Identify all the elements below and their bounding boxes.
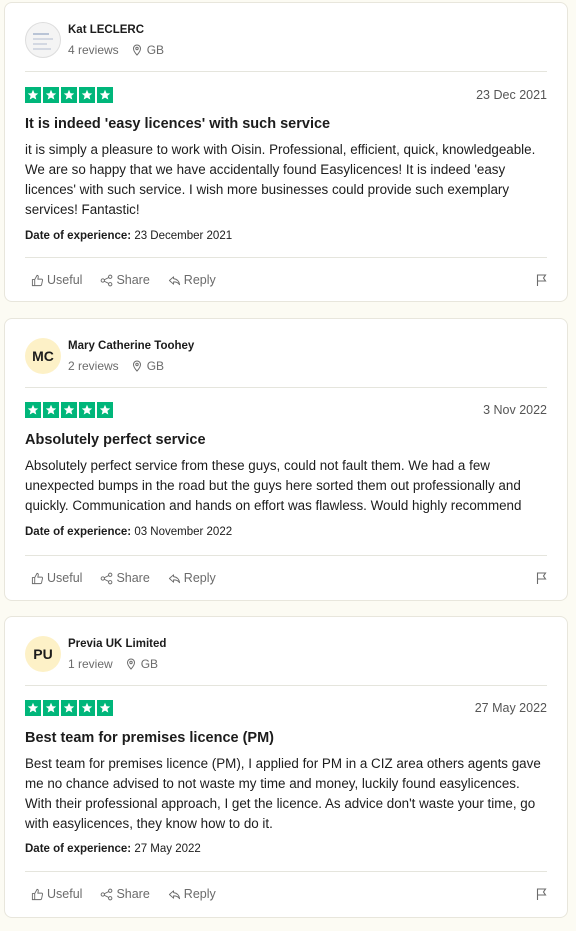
review-card: MC Mary Catherine Toohey 2 reviews GB 3 … <box>4 318 568 601</box>
star-icon <box>43 700 59 716</box>
share-icon <box>101 888 113 900</box>
reply-icon <box>168 275 180 285</box>
share-icon <box>101 274 113 286</box>
useful-button[interactable]: Useful <box>31 571 82 585</box>
share-label: Share <box>116 571 150 585</box>
reply-icon <box>168 889 180 899</box>
share-label: Share <box>116 273 150 287</box>
thumbs-up-icon <box>31 888 43 900</box>
star-icon <box>97 87 113 103</box>
divider <box>25 387 547 388</box>
avatar[interactable] <box>25 22 61 58</box>
reply-button[interactable]: Reply <box>168 571 216 585</box>
flag-icon[interactable] <box>535 571 549 585</box>
divider <box>25 555 547 556</box>
country: GB <box>146 43 165 57</box>
star-icon <box>25 700 41 716</box>
star-icon <box>79 87 95 103</box>
star-icon <box>25 87 41 103</box>
review-actions: Useful Share Reply <box>31 887 234 901</box>
review-title[interactable]: It is indeed 'easy licences' with such s… <box>25 116 330 132</box>
reviewer-meta: 1 review GB <box>68 657 158 671</box>
experience-date: 27 May 2022 <box>134 843 201 855</box>
reviewer-meta: 2 reviews GB <box>68 359 164 373</box>
share-icon <box>101 572 113 584</box>
reviewer-meta: 4 reviews GB <box>68 43 164 57</box>
experience-date: 23 December 2021 <box>134 230 233 242</box>
share-label: Share <box>116 887 150 901</box>
review-date: 27 May 2022 <box>474 701 547 715</box>
avatar[interactable]: PU <box>25 636 61 672</box>
divider <box>25 257 547 258</box>
review-body: it is simply a pleasure to work with Ois… <box>25 142 536 217</box>
experience-label: Date of experience: <box>25 230 132 242</box>
reply-icon <box>168 573 180 583</box>
star-icon <box>43 87 59 103</box>
star-icon <box>61 402 77 418</box>
reviewer-name[interactable]: Mary Catherine Toohey <box>68 340 194 352</box>
star-icon <box>61 700 77 716</box>
date-of-experience: Date of experience: 23 December 2021 <box>25 230 232 242</box>
avatar[interactable]: MC <box>25 338 61 374</box>
star-icon <box>97 402 113 418</box>
useful-label: Useful <box>47 887 83 901</box>
reply-label: Reply <box>183 887 216 901</box>
date-of-experience: Date of experience: 03 November 2022 <box>25 526 232 538</box>
flag-icon[interactable] <box>535 273 549 287</box>
reply-label: Reply <box>183 571 216 585</box>
star-icon <box>61 87 77 103</box>
reviews-count: 1 review <box>68 657 113 671</box>
location-pin-icon <box>132 44 141 56</box>
star-icon <box>79 700 95 716</box>
star-rating <box>25 700 113 716</box>
reply-label: Reply <box>183 273 216 287</box>
reviews-count: 4 reviews <box>68 43 119 57</box>
share-button[interactable]: Share <box>100 887 150 901</box>
useful-label: Useful <box>47 571 83 585</box>
country: GB <box>146 359 165 373</box>
divider <box>25 71 547 72</box>
review-title[interactable]: Best team for premises licence (PM) <box>25 730 274 746</box>
experience-label: Date of experience: <box>25 843 132 855</box>
review-body: Best team for premises licence (PM), I a… <box>25 756 541 831</box>
share-button[interactable]: Share <box>100 571 150 585</box>
review-card: Kat LECLERC 4 reviews GB 23 Dec 2021 It … <box>4 2 568 302</box>
thumbs-up-icon <box>31 274 43 286</box>
review-title[interactable]: Absolutely perfect service <box>25 432 206 448</box>
review-card: PU Previa UK Limited 1 review GB 27 May … <box>4 616 568 918</box>
reviews-count: 2 reviews <box>68 359 119 373</box>
divider <box>25 871 547 872</box>
useful-label: Useful <box>47 273 83 287</box>
experience-label: Date of experience: <box>25 526 132 538</box>
star-icon <box>97 700 113 716</box>
reviewer-name[interactable]: Kat LECLERC <box>68 24 144 36</box>
date-of-experience: Date of experience: 27 May 2022 <box>25 843 201 855</box>
useful-button[interactable]: Useful <box>31 273 82 287</box>
reply-button[interactable]: Reply <box>168 273 216 287</box>
share-button[interactable]: Share <box>100 273 150 287</box>
review-body: Absolutely perfect service from these gu… <box>25 458 522 513</box>
review-actions: Useful Share Reply <box>31 273 234 287</box>
review-date: 23 Dec 2021 <box>476 88 547 102</box>
divider <box>25 685 547 686</box>
reply-button[interactable]: Reply <box>168 887 216 901</box>
star-rating <box>25 402 113 418</box>
review-date: 3 Nov 2022 <box>483 403 547 417</box>
country: GB <box>140 657 159 671</box>
star-icon <box>43 402 59 418</box>
location-pin-icon <box>126 658 135 670</box>
star-rating <box>25 87 113 103</box>
star-icon <box>25 402 41 418</box>
review-actions: Useful Share Reply <box>31 571 234 585</box>
experience-date: 03 November 2022 <box>134 526 233 538</box>
flag-icon[interactable] <box>535 887 549 901</box>
star-icon <box>79 402 95 418</box>
reviewer-name[interactable]: Previa UK Limited <box>68 638 166 650</box>
useful-button[interactable]: Useful <box>31 887 82 901</box>
location-pin-icon <box>132 360 141 372</box>
thumbs-up-icon <box>31 572 43 584</box>
